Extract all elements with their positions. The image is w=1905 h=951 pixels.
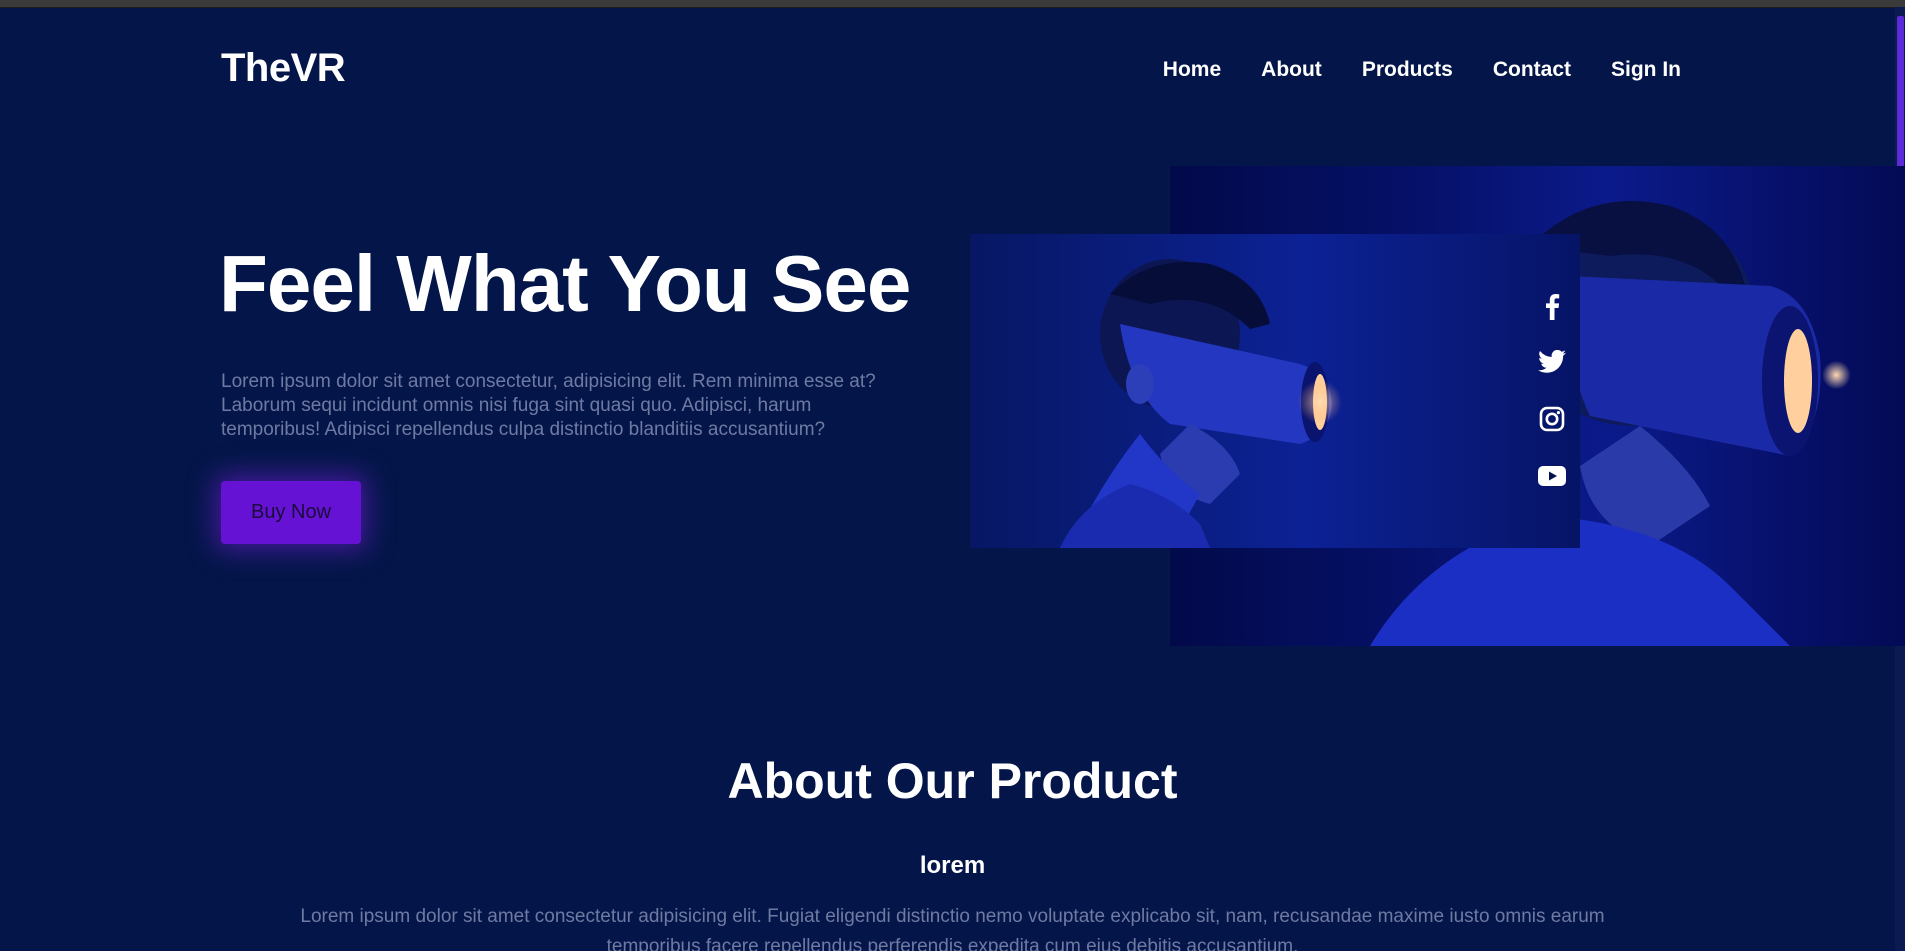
instagram-icon [1539, 406, 1565, 437]
about-title: About Our Product [727, 753, 1178, 809]
main-nav: Home About Products Contact Sign In [1163, 58, 1681, 82]
buy-now-button[interactable]: Buy Now [221, 481, 361, 544]
hero-title: Feel What You See [219, 239, 911, 328]
nav-about[interactable]: About [1261, 58, 1322, 82]
nav-sign-in[interactable]: Sign In [1611, 58, 1681, 82]
youtube-link[interactable] [1530, 456, 1574, 500]
browser-top-edge [0, 0, 1905, 8]
site-logo[interactable]: TheVR [221, 46, 346, 91]
twitter-link[interactable] [1530, 342, 1574, 386]
about-description: Lorem ipsum dolor sit amet consectetur a… [300, 906, 1605, 951]
facebook-icon [1544, 293, 1560, 325]
twitter-icon [1538, 349, 1566, 378]
hero-description: Lorem ipsum dolor sit amet consectetur, … [221, 371, 876, 440]
instagram-link[interactable] [1530, 399, 1574, 443]
nav-contact[interactable]: Contact [1493, 58, 1571, 82]
nav-products[interactable]: Products [1362, 58, 1453, 82]
vr-hero-image [970, 234, 1580, 548]
facebook-link[interactable] [1530, 287, 1574, 331]
nav-home[interactable]: Home [1163, 58, 1221, 82]
youtube-icon [1538, 465, 1566, 491]
landing-page: TheVR Home About Products Contact Sign I… [0, 0, 1905, 951]
about-subtitle: lorem [919, 852, 986, 879]
